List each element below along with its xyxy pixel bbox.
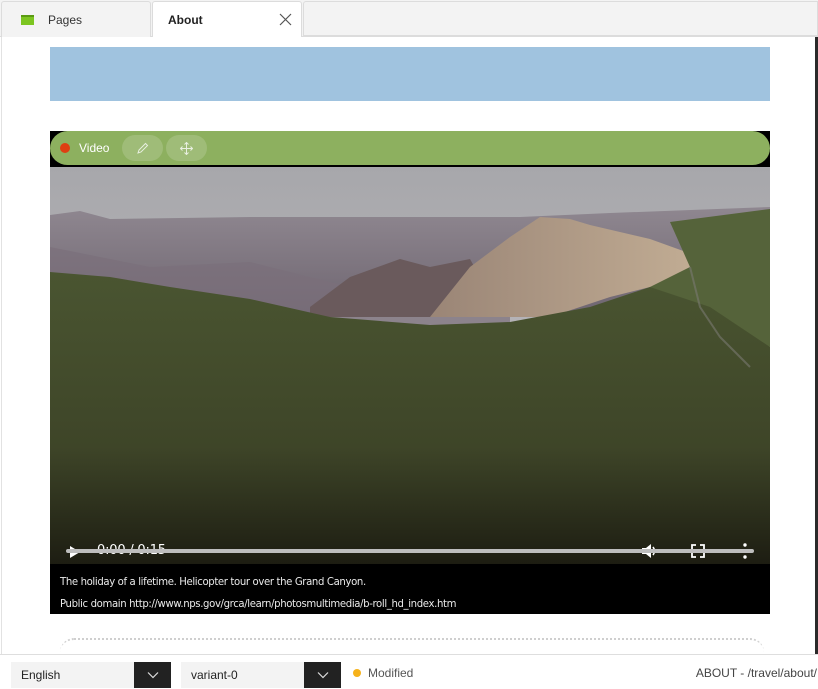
video-caption: The holiday of a lifetime. Helicopter to… bbox=[60, 575, 366, 588]
bottom-bar: English variant-0 Modified ABOUT - /trav… bbox=[0, 654, 818, 689]
tab-bar: Pages About bbox=[0, 0, 818, 38]
variant-select-toggle[interactable] bbox=[304, 662, 341, 688]
variant-select-value: variant-0 bbox=[191, 668, 238, 682]
video-component[interactable]: Video The holiday of a lifetime. Helicop… bbox=[50, 131, 770, 614]
tab-about[interactable]: About bbox=[152, 1, 302, 38]
chevron-down-icon bbox=[317, 672, 328, 679]
page-path: ABOUT - /travel/about/ bbox=[695, 666, 817, 680]
tab-pages-label: Pages bbox=[48, 12, 83, 27]
component-label: Video bbox=[79, 141, 110, 155]
modified-status-dot bbox=[353, 669, 361, 677]
language-select-value: English bbox=[21, 668, 61, 682]
component-status-dot bbox=[60, 143, 70, 153]
move-arrows-icon bbox=[180, 141, 194, 155]
pages-icon bbox=[21, 14, 34, 25]
variant-select[interactable]: variant-0 bbox=[181, 662, 341, 688]
edit-button[interactable] bbox=[122, 135, 164, 161]
language-select[interactable]: English bbox=[11, 662, 171, 688]
banner-block[interactable] bbox=[50, 47, 770, 101]
tab-about-label: About bbox=[168, 12, 203, 27]
edit-pencil-icon bbox=[137, 142, 149, 154]
video-frame-image bbox=[50, 167, 770, 564]
tab-pages[interactable]: Pages bbox=[1, 1, 151, 37]
video-player[interactable]: 0:00 / 0:15 bbox=[50, 167, 770, 564]
video-credit: Public domain http://www.nps.gov/grca/le… bbox=[60, 597, 457, 610]
tab-bar-empty-area bbox=[303, 1, 818, 36]
video-progress-bar[interactable] bbox=[66, 549, 754, 553]
close-icon[interactable] bbox=[279, 13, 292, 26]
status-label: Modified bbox=[368, 666, 414, 680]
move-button[interactable] bbox=[166, 135, 208, 161]
drop-zone[interactable] bbox=[60, 638, 764, 654]
video-component-toolbar: Video bbox=[50, 131, 770, 166]
language-select-toggle[interactable] bbox=[134, 662, 171, 688]
page-canvas: Video The holiday of a lifetime. Helicop… bbox=[1, 37, 817, 654]
chevron-down-icon bbox=[147, 672, 158, 679]
